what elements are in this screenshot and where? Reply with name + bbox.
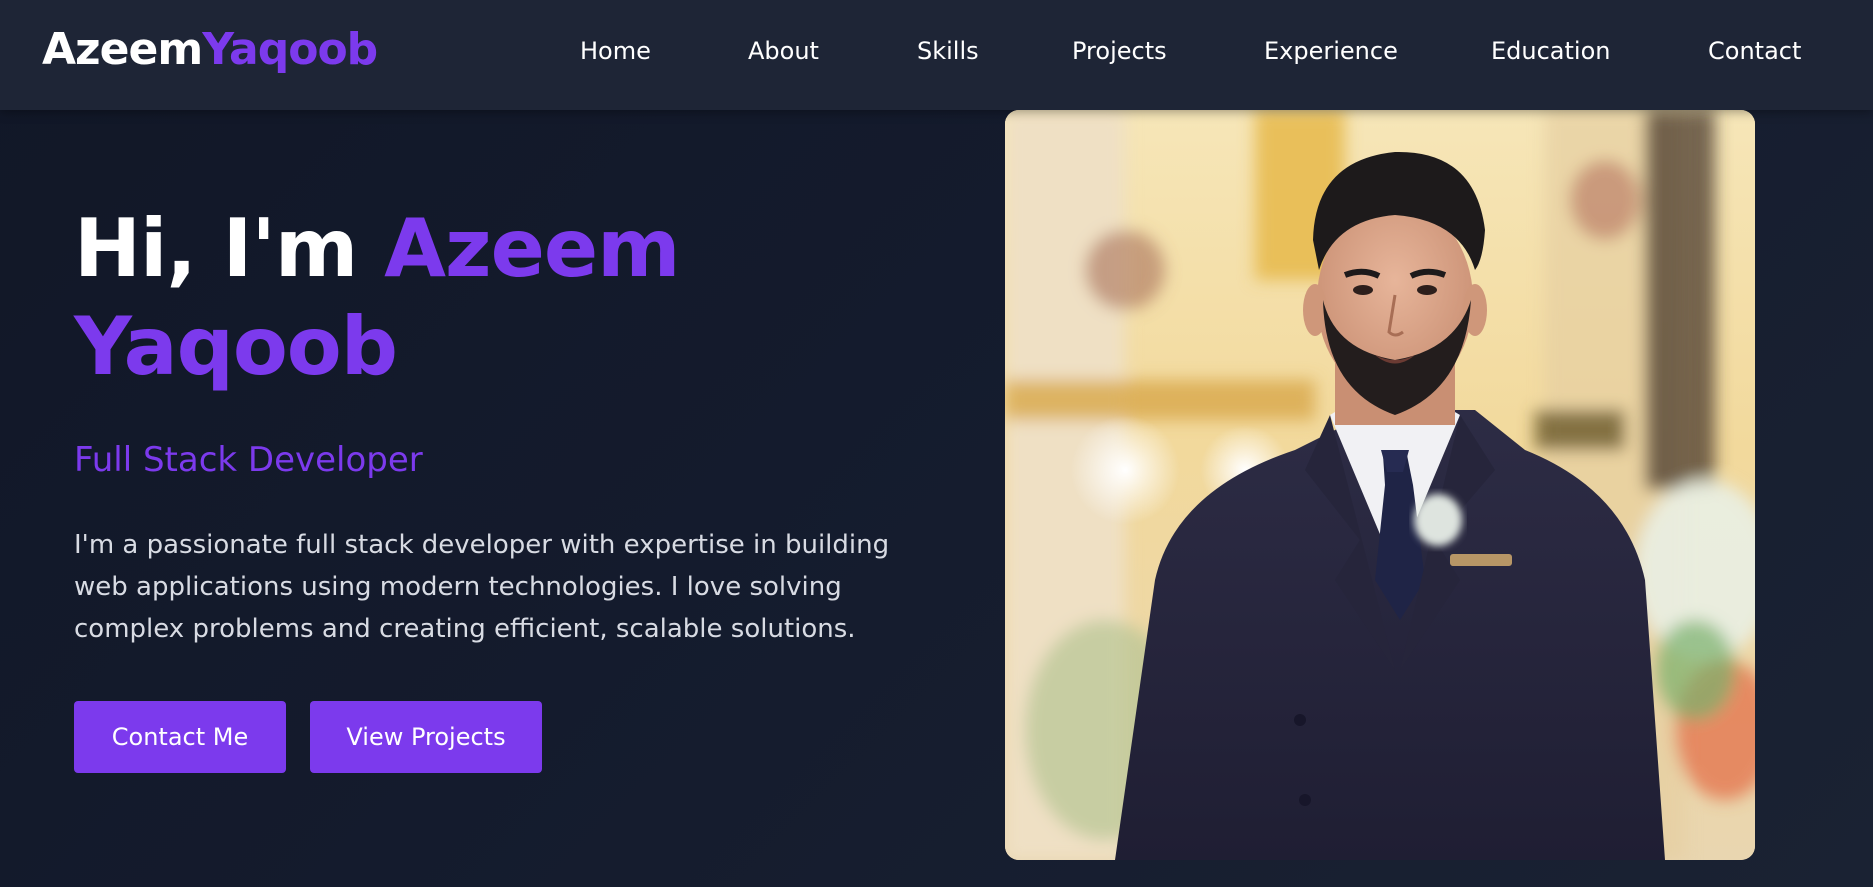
profile-photo: [1005, 110, 1755, 860]
nav-link-experience[interactable]: Experience: [1264, 36, 1398, 66]
logo-last-name: Yaqoob: [202, 24, 378, 75]
nav-link-education[interactable]: Education: [1491, 36, 1610, 66]
hero-description: I'm a passionate full stack developer wi…: [74, 530, 890, 644]
hero-greeting: Hi, I'm: [74, 202, 358, 295]
logo-first-name: Azeem: [42, 24, 203, 75]
hero-name-first: Azeem: [384, 202, 680, 295]
contact-me-button[interactable]: Contact Me: [74, 701, 286, 773]
nav-link-home[interactable]: Home: [580, 36, 651, 66]
nav-link-projects[interactable]: Projects: [1072, 36, 1167, 66]
view-projects-button[interactable]: View Projects: [310, 701, 542, 773]
hero-name-last: Yaqoob: [74, 300, 398, 393]
hero-title: Hi, I'm Azeem Yaqoob: [74, 200, 894, 396]
navbar: AzeemYaqoob Home About Skills Projects E…: [0, 0, 1873, 110]
hero-role: Full Stack Developer: [74, 440, 423, 480]
portfolio-page: AzeemYaqoob Home About Skills Projects E…: [0, 0, 1873, 887]
profile-photo-illustration: [1005, 110, 1755, 860]
nav-link-skills[interactable]: Skills: [917, 36, 979, 66]
nav-link-contact[interactable]: Contact: [1708, 36, 1801, 66]
nav-link-about[interactable]: About: [748, 36, 819, 66]
site-logo[interactable]: AzeemYaqoob: [42, 22, 378, 78]
